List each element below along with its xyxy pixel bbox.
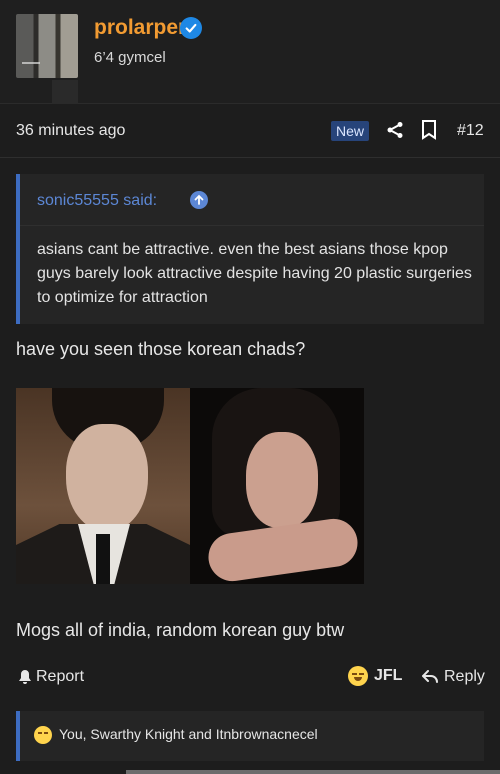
post-number[interactable]: #12 (457, 122, 484, 140)
quote-header: sonic55555 said: (20, 174, 484, 226)
reaction-summary[interactable]: You, Swarthy Knight and Itnbrownacnecel (16, 711, 484, 761)
reply-label: Reply (444, 668, 485, 685)
reaction-users[interactable]: You, Swarthy Knight and Itnbrownacnecel (59, 726, 318, 742)
post-image[interactable] (16, 388, 364, 584)
quote-text: asians cant be attractive. even the best… (37, 241, 472, 306)
laughing-emoji-icon (348, 666, 368, 686)
username[interactable]: prolarper (94, 16, 186, 40)
reply-icon (422, 670, 438, 683)
avatar-tab (52, 80, 78, 104)
post-text-2: Mogs all of india, random korean guy btw (16, 620, 345, 640)
bell-icon (19, 670, 31, 684)
reaction-button[interactable]: JFL (348, 666, 402, 686)
post-meta: 36 minutes ago New #12 (0, 104, 500, 158)
verified-icon (180, 17, 202, 39)
bookmark-icon[interactable] (421, 120, 437, 140)
post-actions: Report JFL Reply (0, 660, 500, 696)
new-badge: New (331, 121, 369, 141)
quoted-post: sonic55555 said: asians cant be attracti… (16, 174, 484, 324)
share-icon[interactable] (386, 121, 404, 139)
reaction-emoji-icon (34, 726, 52, 744)
reply-button[interactable]: Reply (422, 668, 485, 686)
avatar[interactable] (16, 14, 78, 78)
right-photo-panel (190, 388, 364, 584)
quote-author[interactable]: sonic55555 said: (37, 192, 157, 210)
left-photo-panel (16, 388, 190, 584)
right-face-shape (246, 432, 318, 528)
tie-shape (96, 534, 110, 584)
report-label: Report (36, 668, 85, 685)
post-header: prolarper 6’4 gymcel (0, 0, 500, 104)
jump-to-quote-icon[interactable] (190, 191, 208, 209)
post-time[interactable]: 36 minutes ago (16, 122, 125, 140)
reaction-label: JFL (374, 667, 403, 684)
user-title: 6’4 gymcel (94, 49, 166, 66)
bottom-scrollbar[interactable] (126, 770, 500, 774)
post-text: have you seen those korean chads? (16, 339, 306, 359)
report-button[interactable]: Report (18, 668, 84, 686)
left-face-shape (66, 424, 148, 532)
